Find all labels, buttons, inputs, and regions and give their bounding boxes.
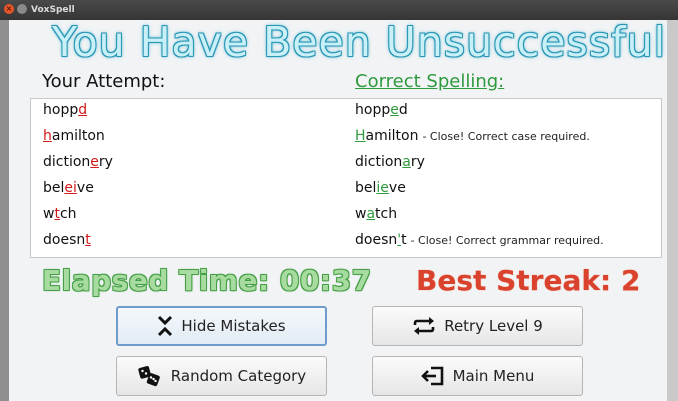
- wrong-letters: e: [90, 154, 99, 170]
- best-streak: Best Streak: 2: [416, 264, 641, 297]
- correct-word: believe: [355, 180, 406, 196]
- attempt-word: hamilton: [43, 128, 105, 144]
- correct-word: Hamilton - Close! Correct case required.: [355, 128, 590, 144]
- word-segment: diction: [43, 154, 91, 170]
- wrong-letters: d: [78, 102, 88, 118]
- list-item: doesnt doesn't - Close! Correct grammar r…: [31, 229, 661, 255]
- corrected-letters: e: [390, 102, 399, 118]
- word-segment: ry: [98, 154, 113, 170]
- random-category-button[interactable]: Random Category: [116, 356, 327, 396]
- close-icon: ×: [5, 4, 13, 13]
- window-title: VoxSpell: [31, 5, 75, 15]
- wrong-letters: ei: [64, 180, 77, 196]
- word-segment: ry: [410, 154, 425, 170]
- corrected-letters: ie: [376, 180, 389, 196]
- list-item: wtch watch: [31, 203, 661, 229]
- word-segment: doesn: [355, 232, 398, 248]
- word-segment: hopp: [43, 102, 79, 118]
- retry-level-label: Retry Level 9: [444, 317, 543, 335]
- correct-word: doesn't - Close! Correct grammar required…: [355, 232, 604, 248]
- hint-note: - Close! Correct grammar required.: [410, 234, 604, 247]
- exit-icon: [420, 365, 445, 387]
- hint-note: - Close! Correct case required.: [422, 130, 590, 143]
- main-menu-label: Main Menu: [452, 367, 535, 385]
- list-item: hamilton Hamilton - Close! Correct case r…: [31, 125, 661, 151]
- word-segment: d: [398, 102, 408, 118]
- word-segment: w: [355, 206, 367, 222]
- word-segment: ve: [76, 180, 94, 196]
- word-segment: amilton: [51, 128, 105, 144]
- main-menu-button[interactable]: Main Menu: [372, 356, 583, 396]
- word-segment: bel: [355, 180, 377, 196]
- word-segment: tch: [375, 206, 398, 222]
- retry-icon: [412, 317, 436, 335]
- word-segment: bel: [43, 180, 65, 196]
- word-segment: t: [401, 232, 407, 248]
- retry-level-button[interactable]: Retry Level 9: [372, 306, 583, 346]
- hide-mistakes-button[interactable]: Hide Mistakes: [116, 306, 327, 346]
- result-heading: You Have Been Unsuccessful: [52, 18, 666, 66]
- minimize-window-button[interactable]: [17, 4, 27, 14]
- attempt-word: wtch: [43, 206, 77, 222]
- correct-word: dictionary: [355, 154, 425, 170]
- corrected-letters: a: [402, 154, 411, 170]
- wrong-letters: t: [85, 232, 91, 248]
- corrected-letters: H: [355, 128, 366, 144]
- wrong-letters: h: [43, 128, 52, 144]
- word-segment: doesn: [43, 232, 86, 248]
- attempt-word: doesnt: [43, 232, 91, 248]
- window-frame-right: [667, 20, 678, 401]
- window-frame-left: [0, 20, 9, 401]
- list-item: dictionery dictionary: [31, 151, 661, 177]
- correct-word: hopped: [355, 102, 408, 118]
- word-segment: amilton: [365, 128, 419, 144]
- dice-icon: [137, 365, 163, 387]
- word-segment: ch: [59, 206, 77, 222]
- attempt-word: hoppd: [43, 102, 87, 118]
- word-segment: hopp: [355, 102, 391, 118]
- random-category-label: Random Category: [170, 367, 307, 385]
- title-bar: × VoxSpell: [0, 0, 678, 20]
- attempt-word: dictionery: [43, 154, 113, 170]
- word-segment: ve: [388, 180, 406, 196]
- elapsed-time: Elapsed Time: 00:37: [42, 264, 372, 297]
- word-segment: w: [43, 206, 55, 222]
- correct-word: watch: [355, 206, 397, 222]
- attempt-column-header: Your Attempt:: [42, 71, 166, 92]
- close-window-button[interactable]: ×: [4, 4, 14, 14]
- word-segment: diction: [355, 154, 403, 170]
- corrected-letters: a: [366, 206, 376, 222]
- list-item: beleive believe: [31, 177, 661, 203]
- collapse-icon: [157, 315, 173, 337]
- correct-column-header: Correct Spelling:: [355, 71, 505, 92]
- attempt-word: beleive: [43, 180, 94, 196]
- mistakes-list[interactable]: hoppd hopped hamilton Hamilton - Close! C…: [30, 98, 662, 258]
- hide-mistakes-label: Hide Mistakes: [181, 317, 286, 335]
- list-item: hoppd hopped: [31, 99, 661, 125]
